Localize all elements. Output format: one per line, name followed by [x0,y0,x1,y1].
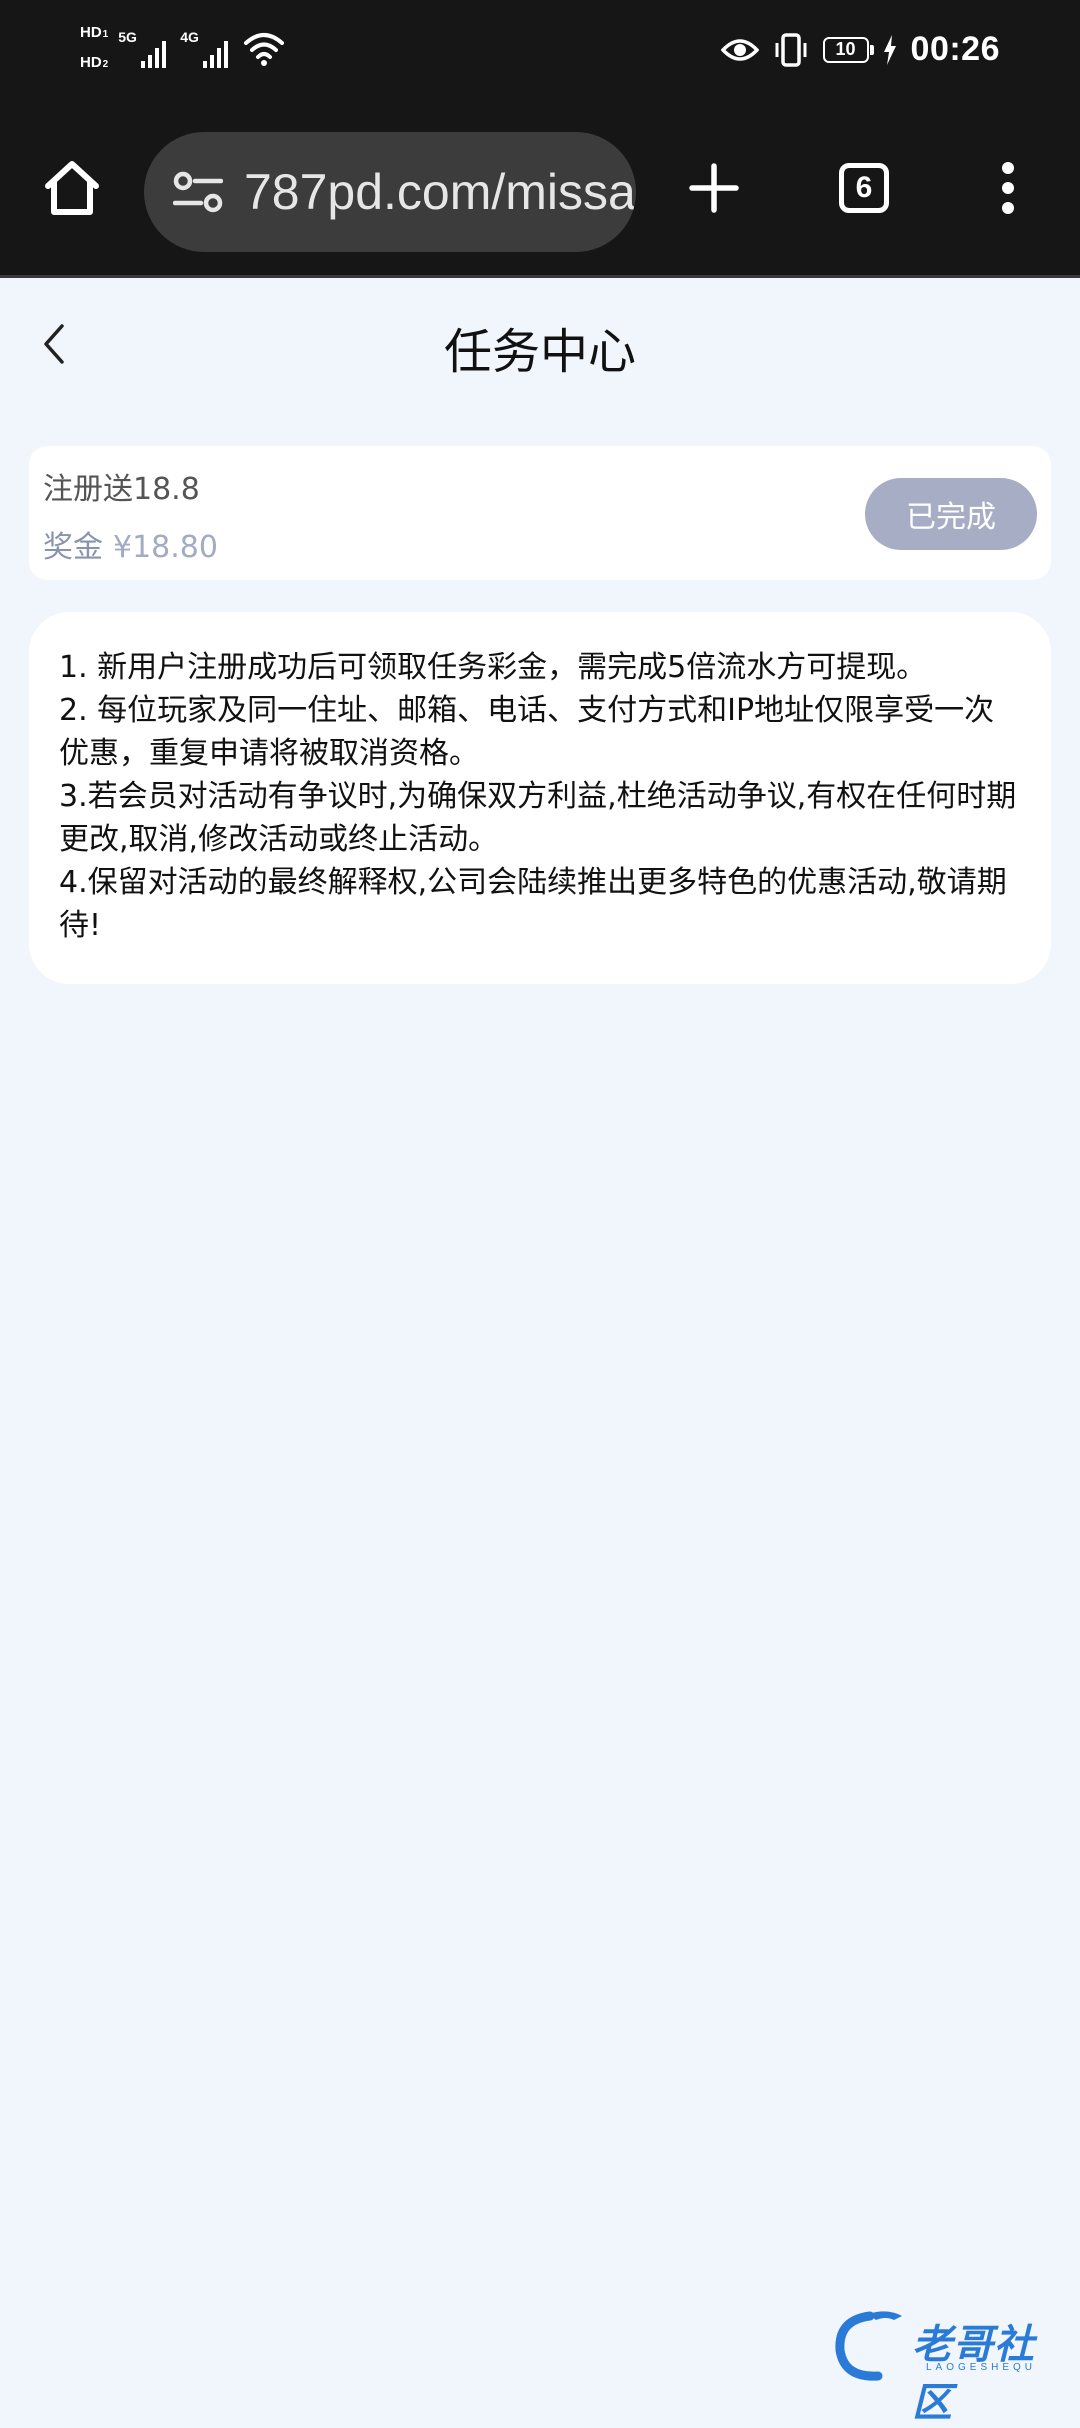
status-right: 10 00:26 [720,30,1000,69]
wifi-icon [244,33,285,66]
network-5g: 5G [118,25,170,73]
eye-icon [720,38,759,61]
sim1-badge: HD1 [80,24,109,41]
task-card: 注册送18.8 奖金 ¥18.80 已完成 [29,446,1051,580]
home-icon [45,161,99,215]
site-settings-button[interactable] [168,162,228,222]
rule-item: 2. 每位玩家及同一住址、邮箱、电话、支付方式和IP地址仅限享受一次优惠，重复申… [59,693,995,771]
home-button[interactable] [32,148,112,228]
task-name: 注册送18.8 [43,472,200,507]
watermark-subtext: LAOGESHEQU [926,2362,1037,2373]
tab-switcher-icon: 6 [839,163,889,213]
signal-icon [141,41,167,68]
task-status-button[interactable]: 已完成 [865,478,1037,550]
tab-count: 6 [855,171,873,204]
tune-icon [173,171,223,213]
rule-item: 1. 新用户注册成功后可领取任务彩金，需完成5倍流水方可提现。 [59,650,927,685]
reward-label: 奖金 [43,530,103,565]
page-header: 任务中心 [0,278,1080,410]
watermark-logo: 老哥社区 LAOGESHEQU [830,2306,1060,2426]
reward-amount: ¥18.80 [113,530,218,565]
page-title: 任务中心 [443,324,636,380]
status-left: HD1 HD2 5G 4G [80,22,286,76]
tab-switcher-button[interactable]: 6 [824,148,904,228]
clock: 00:26 [910,30,1000,68]
battery-level: 10 [835,39,856,59]
more-vert-icon [1002,162,1014,214]
browser-toolbar: 787pd.com/missa 6 [0,110,1080,278]
new-tab-button[interactable] [674,148,754,228]
task-reward: 奖金 ¥18.80 [43,522,218,566]
plus-icon [689,163,739,213]
battery-indicator: 10 [822,36,874,63]
charging-icon [883,34,896,65]
rule-item: 3.若会员对活动有争议时,为确保双方利益,杜绝活动争议,有权在任何时期更改,取消… [59,779,1017,857]
network-4g: 4G [180,25,232,73]
status-bar: HD1 HD2 5G 4G 10 00:26 [0,0,1080,110]
rule-item: 4.保留对活动的最终解释权,公司会陆续推出更多特色的优惠活动,敬请期待! [59,865,1007,943]
sim2-badge: HD2 [80,54,109,71]
url-bar[interactable]: 787pd.com/missa [144,132,636,252]
signal-icon [203,41,229,68]
more-menu-button[interactable] [968,148,1048,228]
sim-indicators: HD1 HD2 [80,22,108,76]
vibrate-icon [775,32,807,67]
url-text[interactable]: 787pd.com/missa [244,163,636,221]
rules-card: 1. 新用户注册成功后可领取任务彩金，需完成5倍流水方可提现。 2. 每位玩家及… [29,612,1051,984]
